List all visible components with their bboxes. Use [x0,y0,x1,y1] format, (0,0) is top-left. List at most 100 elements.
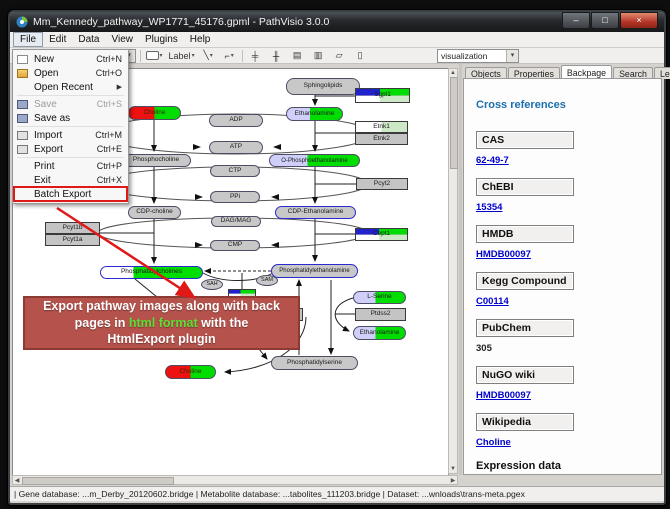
node-cmp[interactable]: CMP [210,240,260,251]
panel-splitter[interactable] [459,64,462,475]
file-menu-item-save[interactable]: Save Ctrl+S [14,97,127,111]
file-menu: New Ctrl+N Open Ctrl+O Open Recent ▶ Sav… [12,49,129,204]
xref-section-hmdb: HMDB HMDB00097 [476,225,649,260]
node-phosphatidylcholines[interactable]: Phosphatidylcholines [100,266,203,279]
label-tool-button[interactable]: Label ▾ [168,49,196,62]
node-adp[interactable]: ADP [209,114,263,127]
node-ethanolamine-bottom[interactable]: Ethanolamine [353,326,406,340]
file-menu-item-print[interactable]: Print Ctrl+P [14,159,127,173]
menu-separator [17,126,124,127]
xref-link[interactable]: 62-49-7 [476,155,649,166]
node-cdp-ethanolamine[interactable]: CDP-Ethanolamine [275,206,356,219]
file-menu-item-new[interactable]: New Ctrl+N [14,52,127,66]
xref-link[interactable]: HMDB00097 [476,390,649,401]
node-sah[interactable]: SAH [201,279,223,290]
common-height-icon: ▯ [358,50,363,61]
menu-plugins[interactable]: Plugins [139,33,184,46]
save-as-icon [17,114,28,123]
distribute-horizontal-button[interactable]: ▤ [289,49,306,62]
menu-view[interactable]: View [105,33,139,46]
distribute-vertical-button[interactable]: ▥ [310,49,327,62]
scroll-left-icon[interactable]: ◀ [13,477,21,485]
node-phosphatidylserine[interactable]: Phosphatidylserine [271,356,358,370]
align-center-button[interactable]: ╪ [247,49,264,62]
gene-box-pcyt1a[interactable]: Pcyt1a [45,234,100,246]
node-ethanolamine-top[interactable]: Ethanolamine [286,107,343,121]
common-height-button[interactable]: ▯ [352,49,369,62]
node-o-phosphoethanolamine[interactable]: O-Phosphoethanolamine [269,154,360,167]
node-phosphatidylethanolamine[interactable]: Phosphatidylethanolamine [271,264,358,278]
gene-box-etnk1[interactable]: Etnk1 [355,121,408,133]
gene-box-ptdss2[interactable]: Ptdss2 [355,308,406,321]
horizontal-scrollbar[interactable]: ◀ ▶ [12,475,458,485]
gene-box-pcyt1b[interactable]: Pcyt1b [45,222,100,234]
chevron-down-icon: ▾ [210,52,213,59]
annotation-line1: Export pathway images along with back [25,298,298,315]
menu-file[interactable]: File [13,32,43,47]
node-choline-bottom-selected[interactable]: Choline [165,365,216,379]
align-center-icon: ╪ [252,51,258,61]
menu-help[interactable]: Help [184,33,217,46]
gene-box-etnk2[interactable]: Etnk2 [355,133,408,145]
file-menu-item-export[interactable]: Export Ctrl+E [14,142,127,156]
menu-edit[interactable]: Edit [43,33,72,46]
line-tool-button[interactable]: ╲ ▾ [200,49,217,62]
align-middle-button[interactable]: ╫ [268,49,285,62]
file-menu-item-batch-export[interactable]: Batch Export [14,187,127,201]
xref-header: Wikipedia [476,413,574,431]
visualization-combobox[interactable]: visualization ▾ [437,49,519,63]
pathvisio-logo-icon [16,16,28,28]
tab-backpage[interactable]: Backpage [561,65,612,79]
menu-separator [17,95,124,96]
menu-data[interactable]: Data [72,33,105,46]
horizontal-scroll-thumb[interactable] [22,477,174,485]
file-menu-item-open[interactable]: Open Ctrl+O [14,66,127,80]
scroll-right-icon[interactable]: ▶ [449,477,457,485]
xref-section-cas: CAS 62-49-7 [476,131,649,166]
xref-link[interactable]: HMDB00097 [476,249,649,260]
file-menu-item-exit[interactable]: Exit Ctrl+X [14,173,127,187]
gene-box-sgpl1[interactable]: Sgpl1 [355,88,410,103]
file-menu-item-import[interactable]: Import Ctrl+M [14,128,127,142]
common-width-button[interactable]: ▱ [331,49,348,62]
node-phosphocholine[interactable]: Phosphocholine [121,154,191,167]
xref-header: Kegg Compound [476,272,574,290]
chevron-down-icon: ▾ [160,52,163,59]
close-button[interactable]: × [620,12,658,29]
xref-link[interactable]: C00114 [476,296,649,307]
gene-box-pcyt2[interactable]: Pcyt2 [356,178,408,190]
node-atp[interactable]: ATP [209,141,263,154]
minimize-button[interactable]: – [562,12,590,29]
node-l-serine[interactable]: L-Serine [353,291,406,304]
xref-value: 305 [476,343,649,354]
scroll-down-icon[interactable]: ▼ [449,465,457,473]
datanode-icon [146,51,159,60]
node-dag-mag[interactable]: DAG/MAG [211,216,261,227]
chevron-down-icon[interactable]: ▾ [506,50,518,62]
node-choline-top[interactable]: Choline [128,106,181,120]
connector-tool-button[interactable]: ⌐ ▾ [221,49,238,62]
datanode-tool-button[interactable]: ▾ [145,49,164,62]
node-ctp[interactable]: CTP [210,165,260,177]
xref-header: ChEBI [476,178,574,196]
xref-link[interactable]: 15354 [476,202,649,213]
xref-link[interactable]: Choline [476,437,649,448]
node-sam[interactable]: SAM [256,275,278,286]
annotation-line2: pages in html format with the [25,315,298,332]
scroll-up-icon[interactable]: ▲ [449,69,457,77]
file-menu-item-open-recent[interactable]: Open Recent ▶ [14,80,127,94]
chevron-down-icon: ▾ [231,52,234,59]
maximize-button[interactable]: □ [591,12,619,29]
node-sphingolipids[interactable]: Sphingolipids [286,78,360,95]
node-ppi[interactable]: PPi [210,191,260,203]
gene-box-cept1[interactable]: Cept1 [355,228,408,241]
xref-header: CAS [476,131,574,149]
node-cdp-choline[interactable]: CDP-choline [128,206,181,219]
xref-header: HMDB [476,225,574,243]
vertical-scroll-thumb[interactable] [450,77,458,169]
vertical-scrollbar[interactable]: ▲ ▼ [448,68,458,474]
connector-icon: ⌐ [224,51,229,61]
menu-bar: File Edit Data View Plugins Help [10,32,664,48]
xref-section-wikipedia: Wikipedia Choline [476,413,649,448]
file-menu-item-save-as[interactable]: Save as [14,111,127,125]
